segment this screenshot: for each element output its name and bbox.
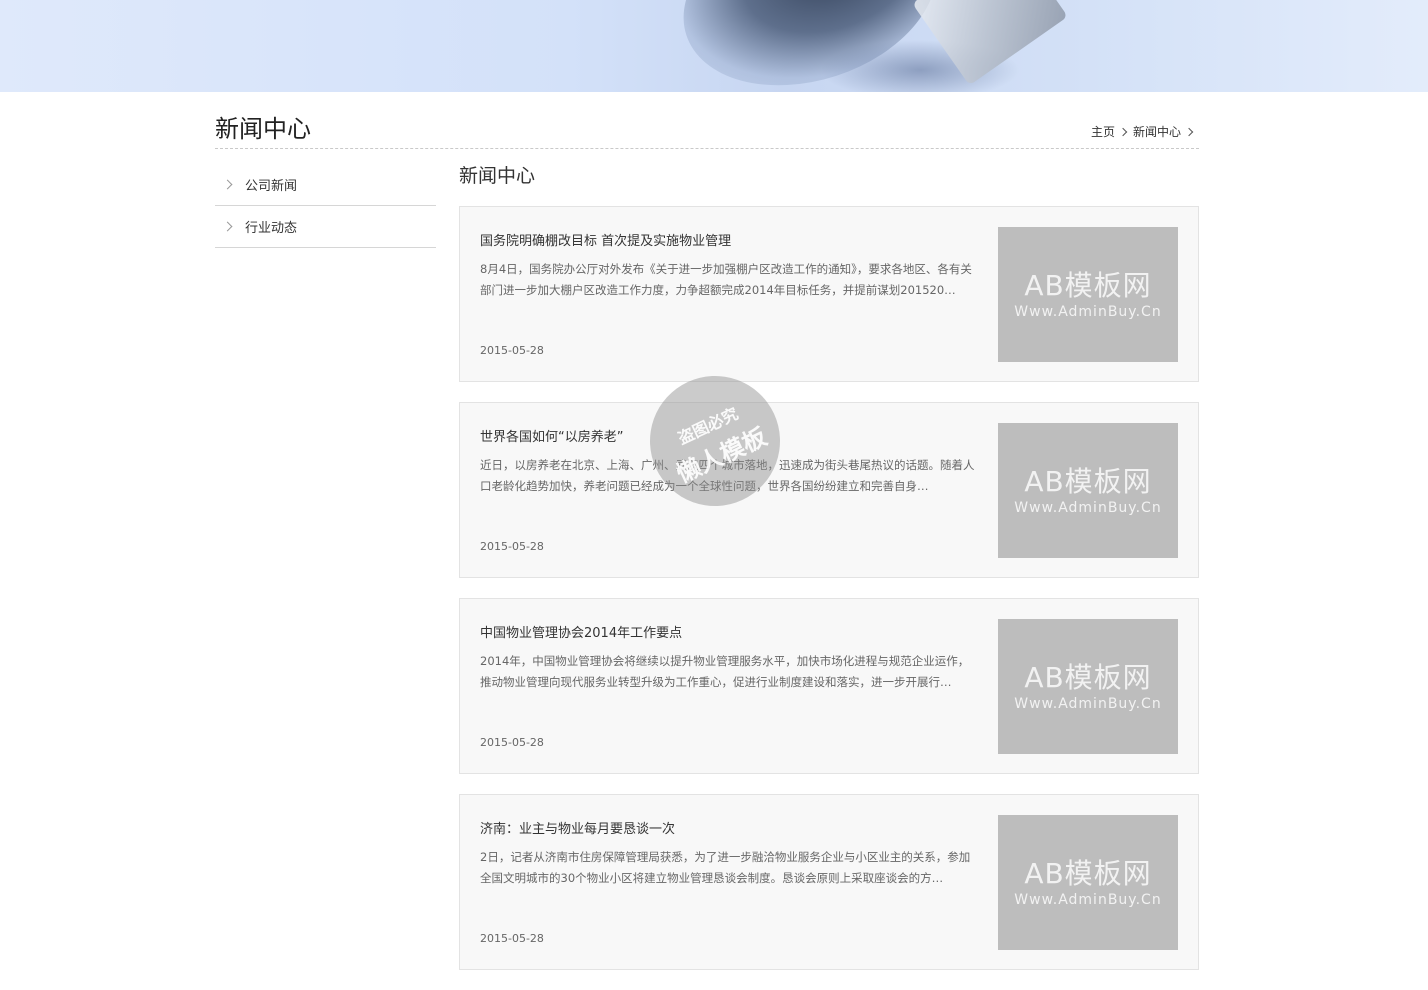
news-title-link[interactable]: 国务院明确棚改目标 首次提及实施物业管理 xyxy=(480,230,731,249)
chevron-right-icon xyxy=(1118,127,1128,136)
thumbnail-logo-text: AB模板网 xyxy=(1024,464,1152,498)
thumbnail-logo-text: AB模板网 xyxy=(1024,660,1152,694)
news-date: 2015-05-28 xyxy=(480,540,544,553)
news-title-link[interactable]: 济南：业主与物业每月要恳谈一次 xyxy=(480,818,675,837)
breadcrumb-news-link[interactable]: 新闻中心 xyxy=(1133,123,1181,140)
thumbnail-logo-text: AB模板网 xyxy=(1024,856,1152,890)
thumbnail-url-text: Www.AdminBuy.Cn xyxy=(1014,695,1162,712)
sidebar-item-label: 行业动态 xyxy=(245,221,298,236)
sidebar-item-industry-news[interactable]: 行业动态 xyxy=(215,206,436,248)
news-title-link[interactable]: 中国物业管理协会2014年工作要点 xyxy=(480,622,682,641)
thumbnail-url-text: Www.AdminBuy.Cn xyxy=(1014,891,1162,908)
news-item[interactable]: 国务院明确棚改目标 首次提及实施物业管理 8月4日，国务院办公厅对外发布《关于进… xyxy=(459,206,1199,382)
news-date: 2015-05-28 xyxy=(480,344,544,357)
page-header: 新闻中心 主页 新闻中心 xyxy=(215,92,1199,149)
breadcrumb: 主页 新闻中心 xyxy=(1091,123,1199,140)
news-thumbnail[interactable]: AB模板网 Www.AdminBuy.Cn xyxy=(998,619,1178,754)
sidebar-item-label: 公司新闻 xyxy=(245,179,298,194)
thumbnail-url-text: Www.AdminBuy.Cn xyxy=(1014,303,1162,320)
thumbnail-url-text: Www.AdminBuy.Cn xyxy=(1014,499,1162,516)
section-title: 新闻中心 xyxy=(459,165,536,187)
content-container: 新闻中心 主页 新闻中心 公司新闻 行业动态 新闻中心 国务院明确棚改目标 首次… xyxy=(215,92,1199,970)
news-thumbnail[interactable]: AB模板网 Www.AdminBuy.Cn xyxy=(998,423,1178,558)
news-date: 2015-05-28 xyxy=(480,932,544,945)
news-summary: 2014年，中国物业管理协会将继续以提升物业管理服务水平，加快市场化进程与规范企… xyxy=(480,654,970,689)
chevron-right-icon xyxy=(222,179,233,190)
thumbnail-logo-text: AB模板网 xyxy=(1024,268,1152,302)
chevron-right-icon xyxy=(222,221,233,232)
news-item[interactable]: 中国物业管理协会2014年工作要点 2014年，中国物业管理协会将继续以提升物业… xyxy=(459,598,1199,774)
news-summary: 2日，记者从济南市住房保障管理局获悉，为了进一步融洽物业服务企业与小区业主的关系… xyxy=(480,850,971,885)
sidebar: 公司新闻 行业动态 xyxy=(215,164,436,248)
news-title-link[interactable]: 世界各国如何“以房养老” xyxy=(480,426,623,445)
sidebar-item-company-news[interactable]: 公司新闻 xyxy=(215,164,436,206)
chevron-right-icon xyxy=(1184,127,1194,136)
top-banner xyxy=(0,0,1428,92)
news-item[interactable]: 济南：业主与物业每月要恳谈一次 2日，记者从济南市住房保障管理局获悉，为了进一步… xyxy=(459,794,1199,970)
page-title: 新闻中心 xyxy=(215,115,311,143)
news-date: 2015-05-28 xyxy=(480,736,544,749)
news-summary: 8月4日，国务院办公厅对外发布《关于进一步加强棚户区改造工作的通知》，要求各地区… xyxy=(480,262,972,297)
news-item[interactable]: 世界各国如何“以房养老” 近日，以房养老在北京、上海、广州、武汉四个城市落地，迅… xyxy=(459,402,1199,578)
main-content: 新闻中心 国务院明确棚改目标 首次提及实施物业管理 8月4日，国务院办公厅对外发… xyxy=(459,164,1199,990)
news-thumbnail[interactable]: AB模板网 Www.AdminBuy.Cn xyxy=(998,815,1178,950)
news-thumbnail[interactable]: AB模板网 Www.AdminBuy.Cn xyxy=(998,227,1178,362)
breadcrumb-home-link[interactable]: 主页 xyxy=(1091,123,1115,140)
